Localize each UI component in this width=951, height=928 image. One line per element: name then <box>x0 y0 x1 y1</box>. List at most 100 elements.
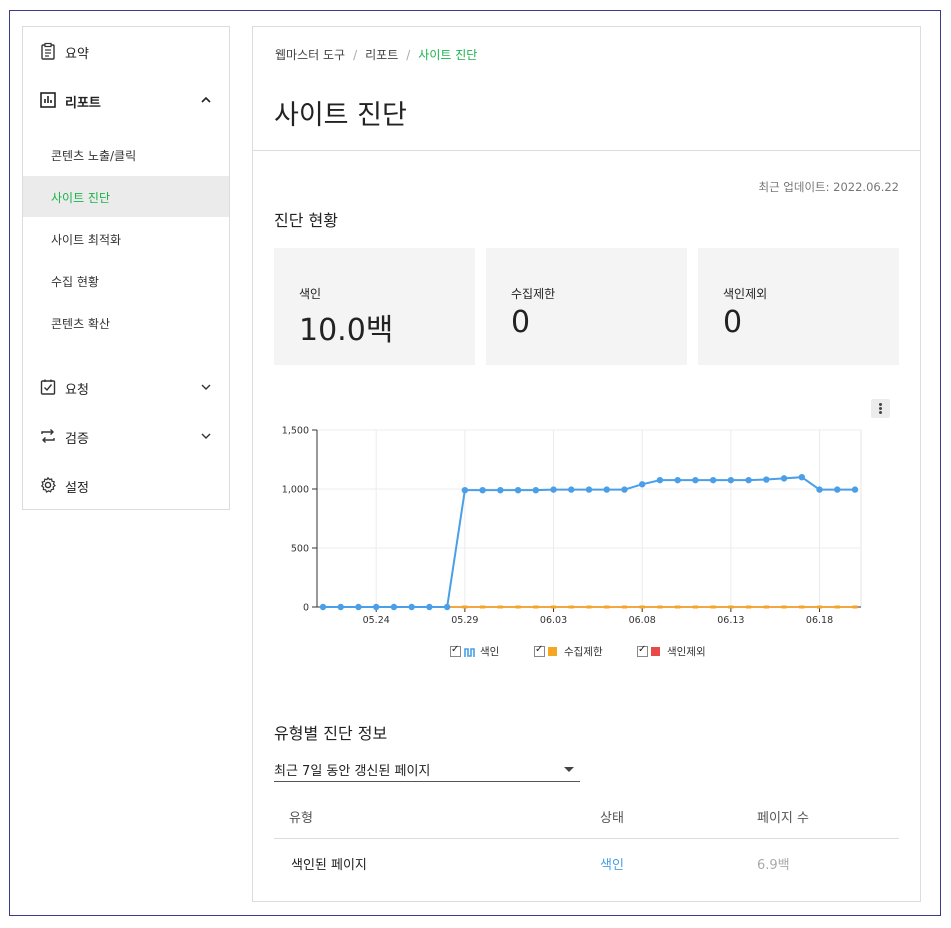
data-point <box>408 603 415 611</box>
data-point <box>710 605 716 609</box>
data-point <box>551 605 557 609</box>
sidebar-subitem-label: 사이트 진단 <box>51 191 111 205</box>
data-point <box>480 605 486 609</box>
data-point <box>585 486 593 493</box>
data-point <box>426 603 433 611</box>
data-point <box>656 476 664 484</box>
data-point <box>568 605 574 609</box>
sidebar-item-report[interactable]: 리포트 <box>23 80 229 120</box>
data-point <box>497 486 504 494</box>
data-point <box>338 605 344 609</box>
data-point <box>603 486 610 493</box>
sidebar-subitem-site-optimization[interactable]: 사이트 최적화 <box>23 218 229 259</box>
data-point <box>657 605 663 609</box>
data-point <box>461 486 469 494</box>
data-point <box>851 486 859 493</box>
legend-label: 색인 <box>480 646 500 658</box>
sidebar-subitem-site-diagnosis[interactable]: 사이트 진단 <box>23 176 229 217</box>
breadcrumb-current: 사이트 진단 <box>418 48 478 62</box>
data-point <box>337 603 344 611</box>
data-point <box>604 605 610 609</box>
data-point <box>373 605 379 609</box>
data-point <box>319 603 327 611</box>
data-point <box>444 605 450 609</box>
legend-checkbox[interactable] <box>637 644 648 657</box>
stat-card-excluded: 색인제외 0 <box>698 248 899 365</box>
breadcrumb-separator: / <box>406 48 411 62</box>
data-point <box>834 605 840 609</box>
clipboard-icon <box>41 42 55 60</box>
sidebar-subitem-label: 콘텐츠 확산 <box>51 317 111 331</box>
data-point <box>409 605 415 609</box>
data-point <box>444 605 450 609</box>
data-point <box>780 475 788 482</box>
stat-card-label: 색인제외 <box>723 287 768 301</box>
data-point <box>550 486 557 493</box>
data-point <box>497 605 503 609</box>
data-point <box>568 605 574 609</box>
data-point <box>727 476 735 484</box>
sidebar-subitem-content-spread[interactable]: 콘텐츠 확산 <box>23 302 229 343</box>
sidebar-item-request[interactable]: 요청 <box>23 367 229 407</box>
checkbox-clipboard-icon <box>40 379 56 395</box>
main-panel: 웹마스터 도구 / 리포트 / 사이트 진단 사이트 진단 최근 업데이트: 2022.… <box>252 26 921 902</box>
data-point <box>692 476 699 484</box>
legend-checkbox[interactable] <box>534 644 545 657</box>
type-section-title: 유형별 진단 정보 <box>274 724 388 743</box>
sidebar-item-summary[interactable]: 요약 <box>23 31 229 71</box>
data-point <box>657 605 663 609</box>
data-point <box>355 605 361 609</box>
data-point <box>338 605 344 609</box>
x-tick-label: 06.18 <box>806 615 833 626</box>
period-select[interactable]: 최근 7일 동안 갱신된 페이지 <box>274 757 580 782</box>
data-point <box>834 605 840 609</box>
data-point <box>390 603 398 611</box>
data-point <box>409 605 415 609</box>
data-point <box>621 486 628 493</box>
table-header-type: 유형 <box>289 811 313 826</box>
sidebar-item-label: 리포트 <box>65 96 101 111</box>
sidebar-subitem-crawl-status[interactable]: 수집 현황 <box>23 260 229 301</box>
stat-card-value: 10.0백 <box>299 313 394 348</box>
sidebar-item-settings[interactable]: 설정 <box>23 465 229 505</box>
data-point <box>426 605 432 609</box>
sidebar-item-verify[interactable]: 검증 <box>23 416 229 456</box>
data-point <box>533 605 539 609</box>
sidebar-subitem-content-exposure[interactable]: 콘텐츠 노출/클릭 <box>23 134 229 175</box>
data-point <box>621 605 627 609</box>
legend-checkbox[interactable] <box>450 644 461 657</box>
data-point <box>675 605 681 609</box>
data-point <box>675 605 681 609</box>
data-point <box>479 486 486 494</box>
data-point <box>799 605 805 609</box>
chevron-down-icon <box>201 384 211 390</box>
chart-menu-button[interactable] <box>871 399 890 418</box>
legend-line-swatch-icon <box>464 648 475 657</box>
plot-area <box>316 429 862 608</box>
sidebar-subitem-label: 사이트 최적화 <box>51 233 122 247</box>
data-point <box>692 605 698 609</box>
data-point <box>515 605 521 609</box>
breadcrumb-report[interactable]: 리포트 <box>365 48 398 62</box>
page-title: 사이트 진단 <box>274 100 407 131</box>
table-header-pages: 페이지 수 <box>757 811 809 826</box>
data-point <box>639 605 645 609</box>
data-point <box>728 605 734 609</box>
y-tick-label: 1,000 <box>282 485 309 496</box>
table-cell-status-link[interactable]: 색인 <box>600 854 624 873</box>
breadcrumb-root[interactable]: 웹마스터 도구 <box>275 48 345 62</box>
y-tick-label: 0 <box>303 603 309 614</box>
data-point <box>320 605 326 609</box>
data-point <box>674 476 681 484</box>
table-cell-type: 색인된 페이지 <box>291 858 367 873</box>
data-point <box>709 476 717 484</box>
x-tick-label: 05.29 <box>451 615 478 626</box>
data-point <box>763 476 770 483</box>
data-point <box>781 605 787 609</box>
sidebar: 요약 리포트 콘텐츠 노출/클릭 사이트 진단 사이트 최적화 수집 현황 콘텐… <box>22 26 230 510</box>
status-section-title: 진단 현황 <box>274 211 338 230</box>
data-point <box>497 605 503 609</box>
stat-card-crawl-limited: 수집제한 0 <box>486 248 687 365</box>
data-point <box>604 605 610 609</box>
data-point <box>763 605 769 609</box>
